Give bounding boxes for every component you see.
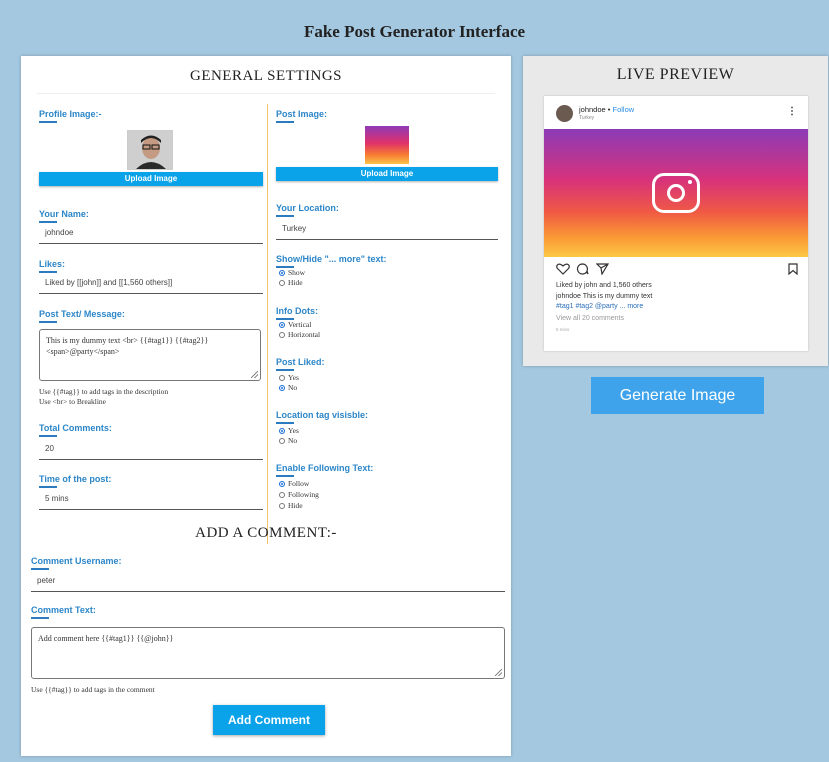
resize-handle[interactable]	[251, 371, 258, 378]
post-text-textarea[interactable]: This is my dummy text <br> {{#tag1}} {{#…	[39, 329, 261, 381]
comment-username-label: Comment Username:	[31, 556, 122, 570]
your-name-input[interactable]: johndoe	[39, 220, 263, 244]
heart-icon[interactable]	[556, 263, 570, 275]
more-options-icon[interactable]: ⋮	[787, 106, 797, 117]
avatar	[556, 105, 573, 122]
general-settings-panel: GENERAL SETTINGS Profile Image:- Upload …	[21, 56, 511, 756]
post-hint-breakline: Use <br> to Breakline	[39, 397, 106, 406]
info-dots-label: Info Dots:	[276, 306, 318, 320]
likes-input[interactable]: Liked by [[john]] and [[1,560 others]]	[39, 270, 263, 294]
your-name-label: Your Name:	[39, 209, 89, 223]
general-settings-title: GENERAL SETTINGS	[189, 68, 343, 84]
post-image-thumbnail	[365, 126, 409, 164]
more-text-hide-radio[interactable]: Hide	[279, 278, 303, 288]
location-input[interactable]: Turkey	[276, 216, 498, 240]
radio-selected-icon	[279, 428, 285, 434]
location-tag-no-radio[interactable]: No	[279, 436, 297, 446]
radio-icon	[279, 280, 285, 286]
total-comments-input[interactable]: 20	[39, 436, 263, 460]
time-of-post-label: Time of the post:	[39, 474, 112, 488]
post-text-label: Post Text/ Message:	[39, 309, 125, 323]
info-dots-vertical-radio[interactable]: Vertical	[279, 320, 311, 330]
radio-selected-icon	[279, 270, 285, 276]
radio-icon	[279, 503, 285, 509]
generate-image-button[interactable]: Generate Image	[591, 377, 764, 414]
upload-post-image-button[interactable]: Upload Image	[276, 167, 498, 181]
post-location: Turkey	[579, 115, 595, 121]
location-label: Your Location:	[276, 203, 339, 217]
upload-profile-image-button[interactable]: Upload Image	[39, 172, 263, 186]
comment-text-textarea[interactable]: Add comment here {{#tag1}} {{@john}}	[31, 627, 505, 679]
following-following-radio[interactable]: Following	[279, 490, 319, 500]
post-actions	[556, 263, 798, 277]
profile-avatar	[127, 130, 173, 170]
add-comment-title: ADD A COMMENT:-	[195, 525, 337, 541]
post-liked-yes-radio[interactable]: Yes	[279, 373, 299, 383]
radio-icon	[279, 492, 285, 498]
time-of-post-input[interactable]: 5 mins	[39, 486, 263, 510]
post-preview-card: johndoe • Follow Turkey ⋮ Liked by john …	[544, 96, 808, 351]
profile-photo-icon	[128, 131, 172, 169]
location-tag-label: Location tag visisble:	[276, 410, 369, 424]
post-username: johndoe • Follow	[579, 105, 635, 114]
follow-link[interactable]: Follow	[613, 105, 635, 114]
post-image	[544, 129, 808, 257]
radio-icon	[279, 375, 285, 381]
camera-icon	[652, 173, 700, 213]
post-liked-no-radio[interactable]: No	[279, 383, 297, 393]
radio-selected-icon	[279, 322, 285, 328]
post-tags: #tag1 #tag2 @party ... more	[556, 303, 644, 310]
location-tag-yes-radio[interactable]: Yes	[279, 426, 299, 436]
page-title: Fake Post Generator Interface	[303, 22, 526, 41]
radio-icon	[279, 438, 285, 444]
live-preview-panel: LIVE PREVIEW johndoe • Follow Turkey ⋮ L…	[523, 56, 828, 366]
radio-selected-icon	[279, 481, 285, 487]
post-liked-label: Post Liked:	[276, 357, 325, 371]
live-preview-title: LIVE PREVIEW	[616, 66, 735, 83]
add-comment-button[interactable]: Add Comment	[213, 705, 325, 735]
column-divider	[267, 104, 268, 544]
total-comments-label: Total Comments:	[39, 423, 112, 437]
comment-icon[interactable]	[576, 263, 589, 275]
comment-username-input[interactable]: peter	[31, 568, 505, 592]
following-text-label: Enable Following Text:	[276, 463, 374, 477]
post-caption: johndoe This is my dummy text	[556, 293, 653, 300]
comment-hint: Use {{#tag}} to add tags in the comment	[31, 685, 155, 694]
post-time: 5 mins	[556, 327, 570, 332]
profile-image-label: Profile Image:-	[39, 109, 102, 123]
divider	[37, 93, 495, 94]
share-icon[interactable]	[596, 263, 609, 275]
radio-selected-icon	[279, 385, 285, 391]
following-hide-radio[interactable]: Hide	[279, 501, 303, 511]
more-text-show-radio[interactable]: Show	[279, 268, 305, 278]
comment-text-value: Add comment here {{#tag1}} {{@john}}	[38, 634, 174, 643]
post-likes: Liked by john and 1,560 others	[556, 282, 652, 289]
post-hint-tags: Use {{#tag}} to add tags in the descript…	[39, 387, 169, 396]
post-image-label: Post Image:	[276, 109, 328, 123]
info-dots-horizontal-radio[interactable]: Horizontal	[279, 330, 320, 340]
more-text-label: Show/Hide "... more" text:	[276, 254, 387, 268]
view-comments-link[interactable]: View all 20 comments	[556, 315, 624, 322]
resize-handle[interactable]	[495, 669, 502, 676]
following-follow-radio[interactable]: Follow	[279, 479, 309, 489]
bookmark-icon[interactable]	[788, 263, 798, 275]
radio-icon	[279, 332, 285, 338]
comment-text-label: Comment Text:	[31, 605, 96, 619]
post-text-value: This is my dummy text <br> {{#tag1}} {{#…	[46, 336, 209, 356]
likes-label: Likes:	[39, 259, 66, 273]
